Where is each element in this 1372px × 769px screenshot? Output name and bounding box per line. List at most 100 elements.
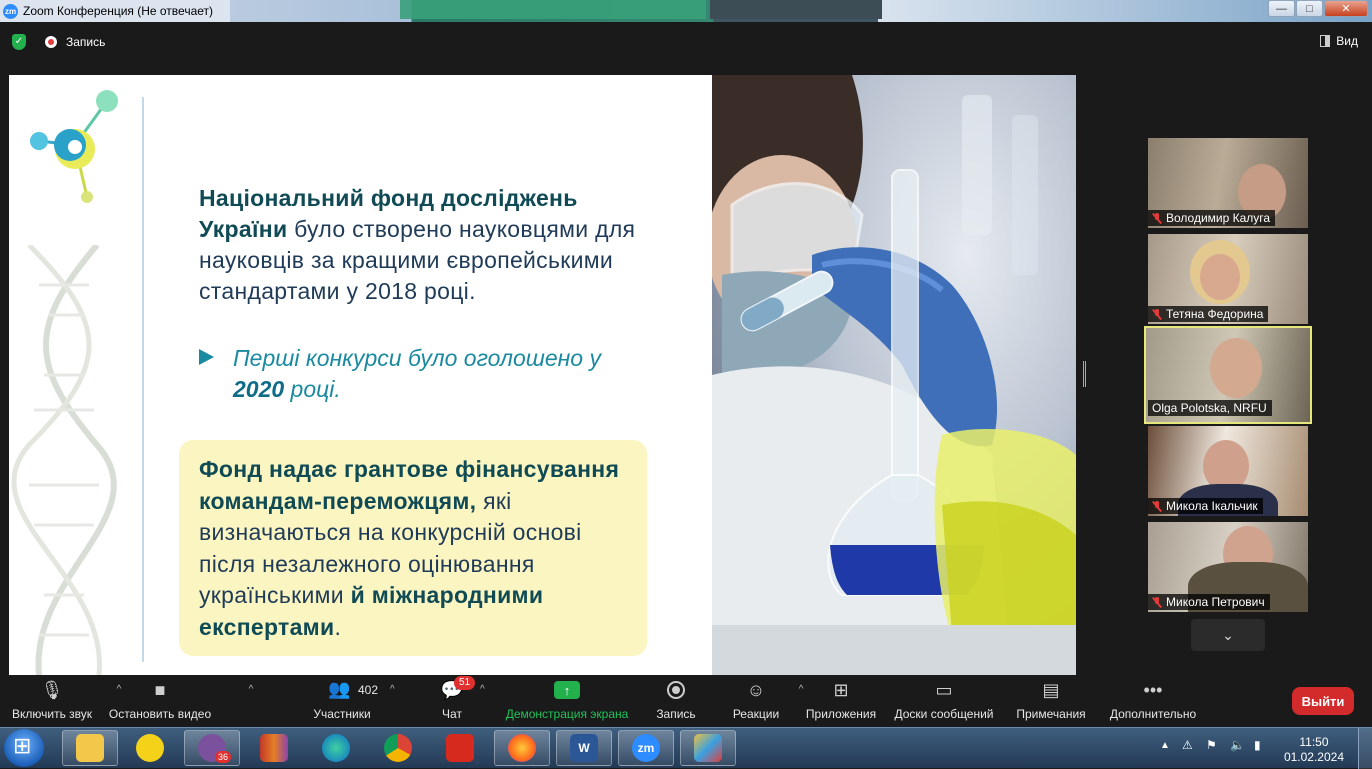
taskbar-clock[interactable]: 11:50 01.02.2024 <box>1284 735 1344 765</box>
maximize-button[interactable]: □ <box>1296 0 1323 17</box>
participants-button[interactable]: 👥 402 ^ Участники <box>310 675 394 727</box>
recording-label[interactable]: Запись <box>66 35 105 49</box>
participant-name: Микола Петрович <box>1166 595 1265 609</box>
taskbar-acrobat[interactable] <box>432 730 488 766</box>
slide-text-panel: Національний фонд досліджень України бул… <box>9 75 712 675</box>
participant-name: Тетяна Федорина <box>1166 307 1264 321</box>
stop-video-label: Остановить видео <box>108 707 212 721</box>
participant-tile-active-speaker[interactable]: Olga Polotska, NRFU <box>1144 326 1312 424</box>
taskbar-app[interactable] <box>246 730 302 766</box>
taskbar-messenger[interactable] <box>122 730 178 766</box>
tray-network-alert-icon[interactable]: ⚠ <box>1182 738 1193 752</box>
bullet-year: 2020 <box>233 376 285 402</box>
caret-up-icon[interactable]: ^ <box>480 684 485 695</box>
window-title: Zoom Конференция (Не отвечает) <box>23 4 214 18</box>
mic-muted-icon <box>1152 500 1162 512</box>
participant-name-tag: Микола Ікальчик <box>1148 498 1263 514</box>
chat-button[interactable]: 💬 51 ^ Чат <box>430 675 485 727</box>
share-screen-button[interactable]: ↑ Демонстрация экрана <box>504 675 630 727</box>
lab-photo-illustration <box>712 75 1076 675</box>
participants-icon: 👥 <box>328 679 351 699</box>
background-window-strip <box>400 0 706 19</box>
nrfu-molecule-logo <box>30 90 118 203</box>
minimize-button[interactable]: — <box>1268 0 1295 17</box>
recording-icon[interactable] <box>45 36 57 48</box>
taskbar-zoom[interactable]: zm <box>618 730 674 766</box>
unmute-button[interactable]: 🎙 ^ Включить звук <box>8 675 121 727</box>
taskbar-viber[interactable]: 36 <box>184 730 240 766</box>
participant-video <box>1210 338 1262 398</box>
apps-label: Приложения <box>805 707 877 721</box>
signal-icon[interactable]: ▮ <box>1254 738 1261 752</box>
chrome-icon <box>384 734 412 762</box>
box-end: . <box>334 613 342 640</box>
view-button[interactable]: Вид <box>1320 34 1358 48</box>
word-icon: W <box>570 734 598 762</box>
taskbar-paint[interactable] <box>680 730 736 766</box>
app-stripes-icon <box>260 734 288 762</box>
participant-name: Володимир Калуга <box>1166 211 1271 225</box>
security-shield-icon[interactable]: ✓ <box>12 34 26 50</box>
share-screen-icon: ↑ <box>554 681 580 699</box>
chevron-down-icon: ⌄ <box>1222 626 1234 643</box>
apps-button[interactable]: ⊞ Приложения <box>804 675 878 727</box>
participants-label: Участники <box>313 707 371 721</box>
taskbar-chrome[interactable] <box>370 730 426 766</box>
participant-tile[interactable]: Микола Ікальчик <box>1148 426 1308 516</box>
close-button[interactable]: ✕ <box>1324 0 1368 17</box>
window-title-area: zm Zoom Конференция (Не отвечает) <box>0 0 230 22</box>
participant-tile[interactable]: Володимир Калуга <box>1148 138 1308 228</box>
reactions-button[interactable]: ☺ ^ Реакции <box>730 675 804 727</box>
clock-time: 11:50 <box>1299 735 1329 749</box>
edge-icon <box>322 734 350 762</box>
participant-tile[interactable]: Тетяна Федорина <box>1148 234 1308 324</box>
folder-icon <box>76 734 104 762</box>
record-label: Запись <box>656 707 696 721</box>
participant-name-tag: Olga Polotska, NRFU <box>1148 400 1272 416</box>
shared-screen-slide: Національний фонд досліджень України бул… <box>9 75 1076 675</box>
viber-unread-badge: 36 <box>214 751 231 763</box>
panel-resize-handle[interactable] <box>1083 361 1086 387</box>
participants-count: 402 <box>358 683 379 697</box>
video-camera-icon: ■ <box>154 679 166 700</box>
whiteboards-label: Доски сообщений <box>894 707 994 721</box>
bullet-pre: Перші конкурси було оголошено у <box>233 345 601 371</box>
leave-meeting-button[interactable]: Выйти <box>1292 687 1354 715</box>
taskbar-edge[interactable] <box>308 730 364 766</box>
slide-main-paragraph: Національний фонд досліджень України бул… <box>199 183 639 307</box>
share-screen-label: Демонстрация экрана <box>505 707 629 721</box>
windows-taskbar: 36 W zm ▲ ⚠ ⚑ 🔈 ▮ 11:50 01.02.2024 <box>0 727 1372 769</box>
record-button[interactable]: Запись <box>652 675 700 727</box>
taskbar-explorer[interactable] <box>62 730 118 766</box>
window-titlebar: zm Zoom Конференция (Не отвечает) — □ ✕ <box>0 0 1372 22</box>
gallery-scroll-down-button[interactable]: ⌄ <box>1191 619 1265 651</box>
slide-bullet: Перші конкурси було оголошено у 2020 роц… <box>199 343 639 405</box>
bullet-post: році. <box>284 376 341 402</box>
start-button[interactable] <box>4 729 44 767</box>
reactions-label: Реакции <box>732 707 780 721</box>
stop-video-button[interactable]: ■ ^ Остановить видео <box>108 675 253 727</box>
more-button[interactable]: ••• Дополнительно <box>1106 675 1200 727</box>
taskbar-word[interactable]: W <box>556 730 612 766</box>
caret-up-icon[interactable]: ^ <box>249 684 254 695</box>
notes-button[interactable]: ▤ Примечания <box>1014 675 1088 727</box>
mic-muted-icon <box>1152 596 1162 608</box>
window-controls: — □ ✕ <box>1267 0 1368 18</box>
show-desktop-button[interactable] <box>1358 728 1372 769</box>
taskbar-firefox[interactable] <box>494 730 550 766</box>
tray-expand-icon[interactable]: ▲ <box>1160 740 1170 751</box>
caret-up-icon[interactable]: ^ <box>390 684 395 695</box>
apps-grid-icon: ⊞ <box>833 679 849 700</box>
slide-highlight-box: Фонд надає грантове фінансування команда… <box>179 440 647 656</box>
caret-up-icon[interactable]: ^ <box>799 684 804 695</box>
record-icon <box>667 681 685 699</box>
volume-icon[interactable]: 🔈 <box>1230 738 1245 752</box>
whiteboards-button[interactable]: ▭ Доски сообщений <box>892 675 996 727</box>
bullet-triangle-icon <box>199 349 214 365</box>
pdf-icon <box>446 734 474 762</box>
flag-icon[interactable]: ⚑ <box>1206 738 1217 752</box>
participant-tile[interactable]: Микола Петрович <box>1148 522 1308 612</box>
system-tray: ▲ ⚠ ⚑ 🔈 ▮ 11:50 01.02.2024 <box>1158 728 1372 769</box>
view-label: Вид <box>1336 34 1358 48</box>
mic-muted-icon: 🎙 <box>40 679 64 700</box>
